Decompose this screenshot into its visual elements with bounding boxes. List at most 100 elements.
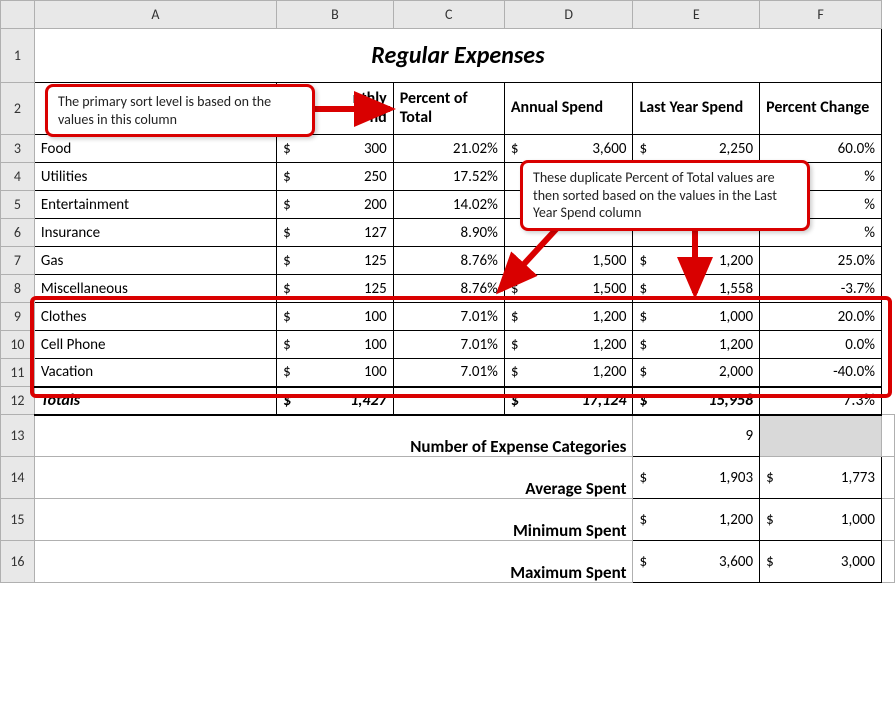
cell-A14[interactable]	[34, 457, 276, 499]
cell-D11[interactable]: 1,200	[504, 359, 633, 387]
cell-E3[interactable]: 2,250	[633, 135, 760, 163]
cell-D2[interactable]: Annual Spend	[504, 83, 633, 135]
cell-C10[interactable]: 7.01%	[393, 331, 504, 359]
cell-E8[interactable]: 1,558	[633, 275, 760, 303]
cell-D12[interactable]: 17,124	[504, 387, 633, 415]
cell-F9[interactable]: 20.0%	[760, 303, 882, 331]
cell-B14[interactable]	[277, 457, 394, 499]
cell-C9[interactable]: 7.01%	[393, 303, 504, 331]
cell-C15[interactable]	[393, 499, 504, 541]
cell-F15[interactable]	[882, 499, 895, 541]
cell-B15[interactable]	[277, 499, 394, 541]
row-header-5[interactable]: 5	[1, 191, 35, 219]
row-header-2[interactable]: 2	[1, 83, 35, 135]
cell-F13[interactable]	[882, 415, 895, 457]
cell-B12[interactable]: 1,427	[277, 387, 394, 415]
row-header-12[interactable]: 12	[1, 387, 35, 415]
col-header-E[interactable]: E	[633, 1, 760, 29]
cell-B3[interactable]: 300	[277, 135, 394, 163]
cell-D9[interactable]: 1,200	[504, 303, 633, 331]
title-cell[interactable]: Regular Expenses	[34, 29, 881, 83]
cell-E16[interactable]: 3,000	[760, 541, 882, 583]
cell-A7[interactable]: Gas	[34, 247, 276, 275]
cell-C16[interactable]	[393, 541, 504, 583]
row-header-3[interactable]: 3	[1, 135, 35, 163]
cell-F8[interactable]: -3.7%	[760, 275, 882, 303]
cell-E9[interactable]: 1,000	[633, 303, 760, 331]
cell-F12[interactable]: 7.3%	[760, 387, 882, 415]
cell-B6[interactable]: 127	[277, 219, 394, 247]
row-header-13[interactable]: 13	[1, 415, 35, 457]
col-header-B[interactable]: B	[277, 1, 394, 29]
cell-F7[interactable]: 25.0%	[760, 247, 882, 275]
cell-A5[interactable]: Entertainment	[34, 191, 276, 219]
cell-D16[interactable]: 3,600	[633, 541, 760, 583]
cell-E14[interactable]: 1,773	[760, 457, 882, 499]
cell-E10[interactable]: 1,200	[633, 331, 760, 359]
col-header-A[interactable]: A	[34, 1, 276, 29]
cell-F3[interactable]: 60.0%	[760, 135, 882, 163]
cell-C2[interactable]: Percent of Total	[393, 83, 504, 135]
col-header-F[interactable]: F	[760, 1, 882, 29]
row-header-14[interactable]: 14	[1, 457, 35, 499]
cell-D10[interactable]: 1,200	[504, 331, 633, 359]
row-header-1[interactable]: 1	[1, 29, 35, 83]
cell-D14[interactable]: 1,903	[633, 457, 760, 499]
cell-E2[interactable]: Last Year Spend	[633, 83, 760, 135]
cell-C5[interactable]: 14.02%	[393, 191, 504, 219]
row-header-10[interactable]: 10	[1, 331, 35, 359]
cell-C8[interactable]: 8.76%	[393, 275, 504, 303]
cell-C14[interactable]	[393, 457, 504, 499]
cell-C6[interactable]: 8.90%	[393, 219, 504, 247]
cell-E15[interactable]: 1,000	[760, 499, 882, 541]
cell-E7[interactable]: 1,200	[633, 247, 760, 275]
cell-D15[interactable]: 1,200	[633, 499, 760, 541]
cell-F2[interactable]: Percent Change	[760, 83, 882, 135]
cell-A13[interactable]	[34, 415, 276, 457]
cell-B7[interactable]: 125	[277, 247, 394, 275]
row-header-7[interactable]: 7	[1, 247, 35, 275]
cell-A15[interactable]	[34, 499, 276, 541]
cell-D7[interactable]: 1,500	[504, 247, 633, 275]
cell-A3[interactable]: Food	[34, 135, 276, 163]
cell-F11[interactable]: -40.0%	[760, 359, 882, 387]
cell-F14[interactable]	[882, 457, 895, 499]
row-header-16[interactable]: 16	[1, 541, 35, 583]
row-header-8[interactable]: 8	[1, 275, 35, 303]
cell-D13[interactable]: 9	[633, 415, 760, 457]
row-header-9[interactable]: 9	[1, 303, 35, 331]
cell-F10[interactable]: 0.0%	[760, 331, 882, 359]
cell-C11[interactable]: 7.01%	[393, 359, 504, 387]
cell-B13[interactable]	[277, 415, 394, 457]
cell-C4[interactable]: 17.52%	[393, 163, 504, 191]
cell-E11[interactable]: 2,000	[633, 359, 760, 387]
cell-C7[interactable]: 8.76%	[393, 247, 504, 275]
cell-B16[interactable]	[277, 541, 394, 583]
cell-A6[interactable]: Insurance	[34, 219, 276, 247]
cell-B10[interactable]: 100	[277, 331, 394, 359]
cell-B8[interactable]: 125	[277, 275, 394, 303]
cell-E12[interactable]: 15,958	[633, 387, 760, 415]
cell-A16[interactable]	[34, 541, 276, 583]
cell-B4[interactable]: 250	[277, 163, 394, 191]
cell-E13[interactable]	[760, 415, 882, 457]
select-all-cell[interactable]	[1, 1, 35, 29]
cell-C3[interactable]: 21.02%	[393, 135, 504, 163]
cell-B11[interactable]: 100	[277, 359, 394, 387]
row-header-4[interactable]: 4	[1, 163, 35, 191]
cell-A11[interactable]: Vacation	[34, 359, 276, 387]
row-header-15[interactable]: 15	[1, 499, 35, 541]
cell-A8[interactable]: Miscellaneous	[34, 275, 276, 303]
cell-B5[interactable]: 200	[277, 191, 394, 219]
col-header-C[interactable]: C	[393, 1, 504, 29]
cell-D3[interactable]: 3,600	[504, 135, 633, 163]
cell-B9[interactable]: 100	[277, 303, 394, 331]
cell-A9[interactable]: Clothes	[34, 303, 276, 331]
cell-A10[interactable]: Cell Phone	[34, 331, 276, 359]
row-header-11[interactable]: 11	[1, 359, 35, 387]
cell-F16[interactable]	[882, 541, 895, 583]
row-header-6[interactable]: 6	[1, 219, 35, 247]
cell-C12[interactable]	[393, 387, 504, 415]
col-header-D[interactable]: D	[504, 1, 633, 29]
cell-A4[interactable]: Utilities	[34, 163, 276, 191]
